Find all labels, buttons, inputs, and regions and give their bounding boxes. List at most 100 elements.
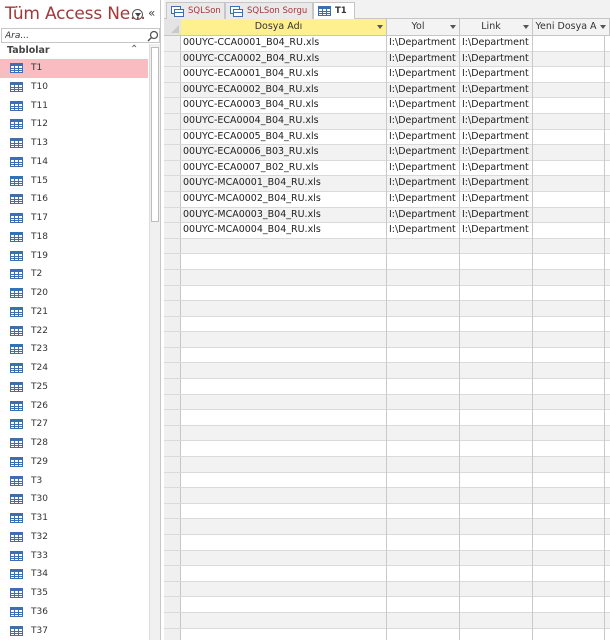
table-cell[interactable] [533, 347, 605, 364]
record-selector[interactable] [164, 488, 181, 504]
table-row[interactable] [164, 363, 610, 380]
record-selector[interactable] [164, 613, 181, 629]
table-cell[interactable]: 00UYC-ECA0005_B04_RU.xls [181, 129, 387, 146]
table-cell[interactable] [387, 316, 460, 333]
record-selector[interactable] [164, 457, 181, 473]
table-cell[interactable] [387, 347, 460, 364]
table-cell[interactable] [387, 472, 460, 489]
chevron-up-double-icon[interactable]: ⌃ [130, 44, 138, 55]
table-cell[interactable] [387, 457, 460, 473]
table-cell[interactable] [181, 597, 387, 613]
table-cell[interactable] [533, 519, 605, 535]
table-row[interactable] [164, 519, 610, 535]
table-cell[interactable]: I:\Department [387, 36, 460, 52]
table-cell[interactable] [460, 566, 533, 582]
table-cell[interactable] [460, 347, 533, 364]
table-cell[interactable] [181, 363, 387, 380]
select-all-corner[interactable] [164, 19, 181, 36]
nav-table-item[interactable]: T36 [0, 603, 148, 622]
record-selector[interactable] [164, 582, 181, 598]
table-cell[interactable] [460, 316, 533, 333]
nav-table-item[interactable]: T17 [0, 209, 148, 228]
table-row[interactable]: 00UYC-MCA0001_B04_RU.xls I:\Department I:\… [164, 176, 610, 192]
table-cell[interactable] [460, 238, 533, 255]
table-cell[interactable] [387, 566, 460, 582]
table-cell[interactable] [460, 581, 533, 598]
nav-table-item[interactable]: T37 [0, 622, 148, 640]
table-row[interactable] [164, 394, 610, 411]
record-selector[interactable] [164, 535, 181, 551]
table-cell[interactable] [533, 223, 605, 239]
table-cell[interactable]: I:\Department [387, 160, 460, 177]
table-row[interactable]: 00UYC-MCA0004_B04_RU.xls I:\Department I:\… [164, 223, 610, 239]
table-cell[interactable] [533, 550, 605, 567]
table-cell[interactable] [460, 379, 533, 395]
record-selector[interactable] [164, 130, 181, 146]
nav-table-item[interactable]: T22 [0, 322, 148, 341]
table-cell[interactable]: I:\Department [387, 51, 460, 68]
table-cell[interactable]: I:\Department [387, 191, 460, 208]
nav-table-item[interactable]: T27 [0, 415, 148, 434]
record-selector[interactable] [164, 83, 181, 99]
table-row[interactable] [164, 581, 610, 598]
table-cell[interactable] [387, 410, 460, 426]
table-cell[interactable]: I:\Department [387, 67, 460, 83]
column-header[interactable]: Link [460, 19, 533, 36]
table-cell[interactable] [387, 519, 460, 535]
table-cell[interactable] [387, 441, 460, 458]
nav-table-item[interactable]: T16 [0, 190, 148, 209]
table-cell[interactable] [533, 98, 605, 114]
table-cell[interactable] [460, 363, 533, 380]
nav-title[interactable]: Tüm Access Ne... [5, 4, 146, 24]
table-row[interactable]: 00UYC-ECA0005_B04_RU.xls I:\Department I:\… [164, 129, 610, 146]
table-cell[interactable] [387, 363, 460, 380]
table-row[interactable] [164, 410, 610, 426]
table-cell[interactable] [181, 238, 387, 255]
table-cell[interactable] [181, 347, 387, 364]
table-cell[interactable]: 00UYC-ECA0001_B04_RU.xls [181, 67, 387, 83]
nav-table-item[interactable]: T13 [0, 134, 148, 153]
nav-table-item[interactable]: T24 [0, 359, 148, 378]
table-cell[interactable] [181, 441, 387, 458]
table-cell[interactable] [181, 394, 387, 411]
table-row[interactable] [164, 441, 610, 458]
record-selector[interactable] [164, 348, 181, 364]
table-cell[interactable]: I:\Department [460, 98, 533, 114]
column-header[interactable]: Dosya Adı [181, 19, 387, 36]
nav-table-item[interactable]: T28 [0, 434, 148, 453]
table-row[interactable] [181, 628, 610, 640]
table-cell[interactable] [181, 550, 387, 567]
table-cell[interactable] [387, 254, 460, 270]
table-row[interactable] [164, 550, 610, 567]
table-cell[interactable] [460, 254, 533, 270]
table-cell[interactable] [533, 363, 605, 380]
table-row[interactable] [164, 488, 610, 504]
document-tab[interactable]: SQLSon [166, 2, 225, 19]
table-cell[interactable] [460, 503, 533, 520]
table-cell[interactable] [533, 160, 605, 177]
record-selector[interactable] [164, 161, 181, 177]
record-selector[interactable] [164, 426, 181, 442]
table-cell[interactable] [533, 535, 605, 551]
table-cell[interactable] [460, 472, 533, 489]
table-cell[interactable] [533, 51, 605, 68]
table-cell[interactable]: I:\Department [460, 176, 533, 192]
table-row[interactable]: 00UYC-ECA0007_B02_RU.xls I:\Department I:\… [164, 160, 610, 177]
table-cell[interactable]: I:\Department [460, 51, 533, 68]
search-icon[interactable] [147, 30, 159, 42]
nav-table-item[interactable]: T30 [0, 490, 148, 509]
table-cell[interactable] [181, 503, 387, 520]
table-cell[interactable] [387, 238, 460, 255]
nav-table-item[interactable]: T34 [0, 565, 148, 584]
table-cell[interactable] [460, 519, 533, 535]
nav-table-item[interactable]: T19 [0, 247, 148, 266]
table-cell[interactable] [533, 503, 605, 520]
table-row[interactable]: 00UYC-MCA0002_B04_RU.xls I:\Department I:\… [164, 191, 610, 208]
table-cell[interactable] [181, 519, 387, 535]
nav-table-item[interactable]: T3 [0, 472, 148, 491]
table-cell[interactable] [181, 566, 387, 582]
table-cell[interactable]: I:\Department [460, 145, 533, 161]
table-cell[interactable] [387, 379, 460, 395]
table-row[interactable]: 00UYC-ECA0002_B04_RU.xls I:\Department I:\… [164, 82, 610, 99]
record-selector[interactable] [164, 597, 181, 613]
